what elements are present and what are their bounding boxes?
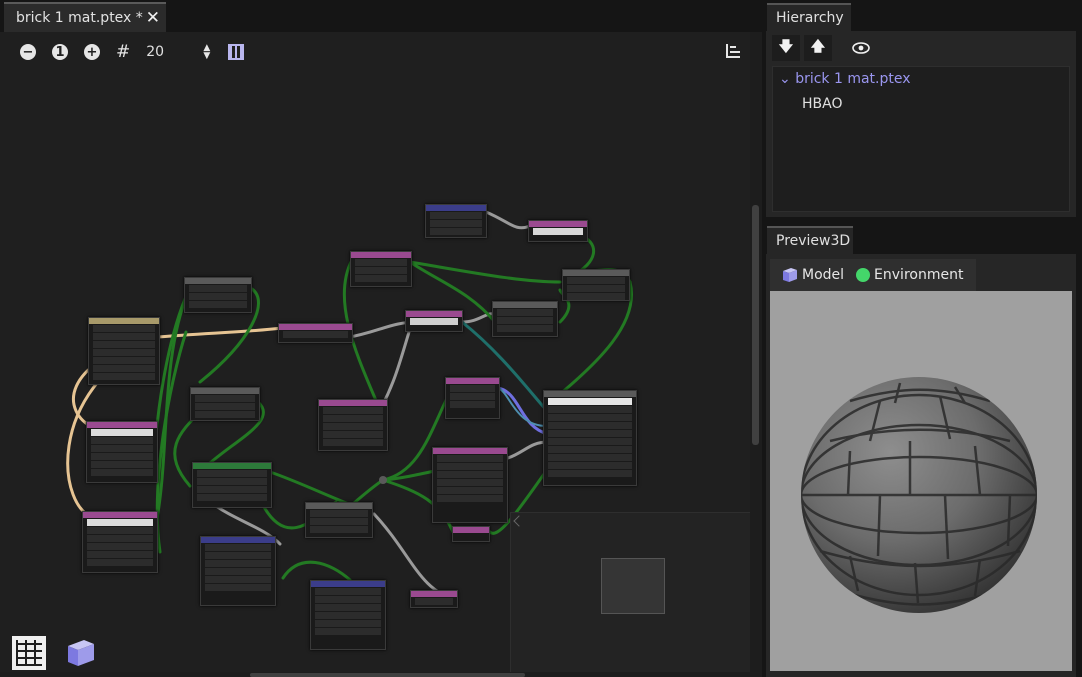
graph-node[interactable] [88, 317, 160, 385]
environment-label: Environment [874, 267, 964, 283]
resize-handle-icon[interactable] [513, 515, 525, 527]
tab-label: brick 1 mat.ptex * [16, 10, 143, 26]
brick-sphere-preview [801, 377, 1037, 613]
align-icon[interactable] [726, 44, 740, 58]
brick-icon[interactable] [12, 636, 46, 670]
spin-arrows-icon[interactable]: ▲ ▼ [203, 44, 210, 61]
graph-node[interactable] [200, 536, 276, 606]
grid-snap-icon[interactable]: # [116, 42, 130, 62]
hierarchy-toolbar: 🡇 🡅 [772, 35, 874, 61]
eye-icon[interactable] [848, 35, 874, 61]
hierarchy-panel: 🡇 🡅 ⌄ brick 1 mat.ptex HBAO [766, 31, 1076, 217]
graph-node[interactable] [410, 590, 458, 608]
atlas-icon[interactable] [228, 44, 245, 60]
zoom-in-icon[interactable]: + [84, 44, 100, 60]
node-graph-canvas[interactable]: − 1 + # 20 ▲ ▼ [0, 32, 750, 672]
environment-menu-button[interactable]: Environment [856, 267, 963, 283]
graph-node[interactable] [192, 462, 272, 508]
cube-icon[interactable] [64, 636, 98, 670]
graph-node[interactable] [305, 502, 373, 538]
grid-size-spinbox[interactable]: 20 ▲ ▼ [142, 41, 214, 63]
preview3d-viewport[interactable] [770, 291, 1072, 671]
graph-node[interactable] [445, 377, 500, 419]
graph-node[interactable] [562, 269, 630, 301]
preview3d-toolbar: Model Environment [770, 259, 976, 291]
chevron-down-icon[interactable]: ⌄ [779, 71, 791, 87]
model-menu-button[interactable]: Model [782, 267, 844, 283]
arrow-down-icon[interactable]: 🡇 [772, 35, 800, 61]
graph-editor: brick 1 mat.ptex * ✕ − 1 + # 20 ▲ ▼ [0, 0, 762, 677]
graph-node[interactable] [350, 251, 412, 287]
graph-node[interactable] [452, 526, 490, 542]
environment-icon [856, 268, 871, 282]
hierarchy-tree[interactable]: ⌄ brick 1 mat.ptex HBAO [772, 66, 1070, 212]
graph-node[interactable] [432, 447, 508, 523]
tab-preview3d[interactable]: Preview3D [767, 226, 853, 254]
zoom-reset-icon[interactable]: 1 [52, 44, 68, 60]
minimap[interactable] [510, 512, 750, 672]
right-dock: Hierarchy 🡇 🡅 ⌄ brick 1 mat.ptex HBAO Pr… [762, 0, 1082, 677]
editor-tabbar: brick 1 mat.ptex * ✕ [0, 0, 762, 32]
graph-node[interactable] [528, 220, 588, 242]
graph-node[interactable] [82, 511, 158, 573]
graph-node[interactable] [310, 580, 386, 650]
graph-node[interactable] [318, 399, 388, 451]
app-window: brick 1 mat.ptex * ✕ − 1 + # 20 ▲ ▼ Hier… [0, 0, 1082, 677]
graph-node[interactable] [190, 387, 260, 421]
graph-node[interactable] [425, 204, 487, 238]
graph-toolbar: − 1 + # 20 ▲ ▼ [20, 40, 245, 64]
grid-size-value: 20 [146, 44, 165, 60]
tab-brick-material[interactable]: brick 1 mat.ptex * ✕ [4, 2, 166, 32]
graph-node[interactable] [184, 277, 252, 313]
material-output-node[interactable] [543, 390, 637, 486]
graph-node[interactable] [278, 323, 353, 343]
close-icon[interactable]: ✕ [146, 8, 160, 28]
graph-node[interactable] [405, 310, 463, 332]
arrow-up-icon[interactable]: 🡅 [804, 35, 832, 61]
horizontal-scrollbar[interactable] [250, 673, 525, 677]
tree-item-hbao[interactable]: HBAO [802, 96, 842, 112]
tree-item-root[interactable]: ⌄ brick 1 mat.ptex [779, 71, 911, 87]
zoom-out-icon[interactable]: − [20, 44, 36, 60]
minimap-viewport[interactable] [601, 558, 665, 614]
model-label: Model [802, 267, 845, 283]
preview3d-panel: Model Environment [766, 254, 1076, 677]
tab-hierarchy[interactable]: Hierarchy [767, 3, 851, 31]
graph-node[interactable] [492, 301, 558, 337]
vertical-scrollbar[interactable] [752, 205, 759, 445]
tree-item-label: brick 1 mat.ptex [795, 71, 911, 87]
cube-icon [783, 268, 797, 282]
graph-node[interactable] [86, 421, 158, 483]
